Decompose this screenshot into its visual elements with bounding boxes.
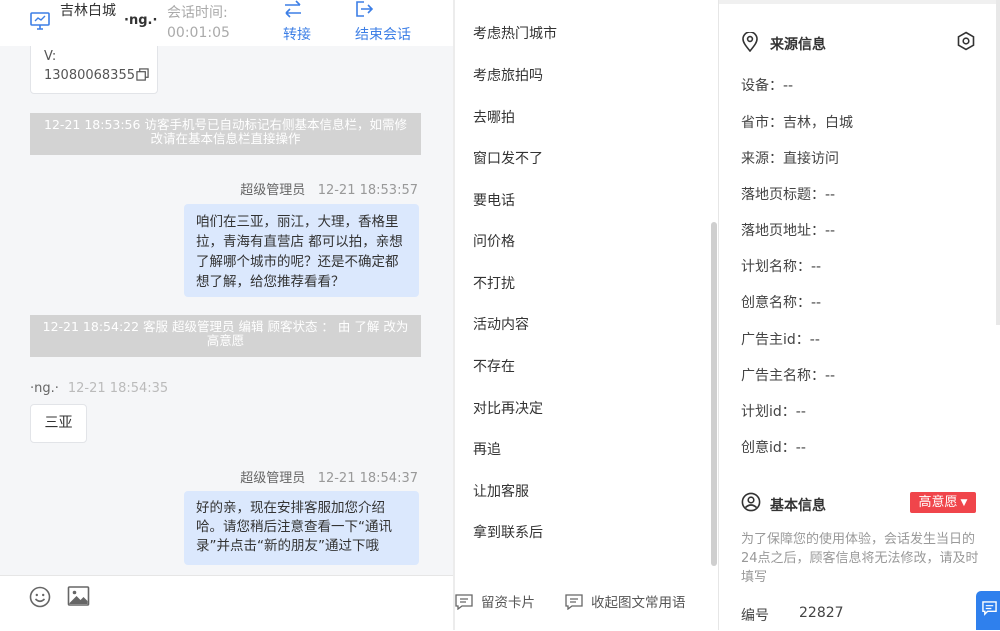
message-meta: ·ng.· 12-21 18:54:35 (30, 381, 168, 396)
location-pin-icon (742, 32, 758, 52)
quick-reply-item[interactable]: 不存在 (473, 356, 515, 376)
source-field-creative-id: 创意id：-- (741, 440, 806, 456)
visitor-message-bubble: 三亚 (30, 404, 87, 443)
source-field-creative-name: 创意名称：-- (741, 295, 822, 311)
emoji-icon[interactable] (29, 586, 51, 608)
intent-status-dropdown[interactable]: 高意愿 ▼ (910, 492, 976, 513)
message-time: 12-21 18:54:35 (67, 381, 169, 396)
message-list[interactable]: V: 13080068355 12-21 18:53:56 访客手机号已自动标记… (0, 46, 453, 574)
quick-reply-item[interactable]: 考虑热门城市 (473, 23, 557, 43)
customer-id-label: 编号 (741, 608, 769, 624)
customer-id-value: 22827 (799, 605, 844, 621)
message-card-icon (455, 594, 473, 611)
source-field-source: 来源：直接访问 (741, 151, 839, 167)
quick-reply-item[interactable]: 去哪拍 (473, 107, 515, 127)
source-info-title: 来源信息 (770, 37, 826, 53)
logout-icon (356, 1, 374, 17)
floating-chat-button[interactable] (976, 591, 1000, 630)
agent-message-bubble: 咱们在三亚，丽江，大理，香格里拉，青海有直营店 都可以拍，亲想了解哪个城市的呢？… (184, 204, 419, 297)
visitor-nickname: ·ng.· (124, 13, 158, 28)
quick-reply-item[interactable]: 活动内容 (473, 314, 529, 334)
sender-name: 超级管理员 (240, 471, 306, 486)
message-card-icon (565, 594, 583, 611)
session-time-label: 会话时间: (167, 5, 228, 21)
user-circle-icon (741, 492, 761, 512)
quick-reply-item[interactable]: 要电话 (473, 190, 515, 210)
quick-reply-item[interactable]: 不打扰 (473, 273, 515, 293)
basic-info-note: 为了保障您的使用体验，会话发生当日的24点之后，顾客信息将无法修改，请及时填写 (741, 532, 979, 585)
visitor-info-panel: 来源信息 设备：-- 省市：吉林，白城 来源：直接访问 落地页标题：-- 落地页… (719, 0, 1000, 630)
source-field-device: 设备：-- (741, 78, 794, 94)
chat-header: 吉林白城 ·ng.· 会话时间: 00:01:05 转接 结束会话 (0, 0, 453, 46)
quick-reply-item[interactable]: 问价格 (473, 231, 515, 251)
quick-reply-item[interactable]: 窗口发不了 (473, 148, 543, 168)
system-notice: 12-21 18:54:22 客服 超级管理员 编辑 顾客状态 ： 由 了解 改… (30, 315, 421, 357)
source-field-landing-url: 落地页地址：-- (741, 223, 836, 239)
sender-name: 超级管理员 (240, 183, 306, 198)
phone-number: 13080068355 (44, 68, 135, 83)
transfer-icon (285, 0, 301, 18)
info-panel-scrollbar[interactable] (996, 0, 1000, 325)
caret-down-icon: ▼ (960, 498, 968, 508)
visitor-location: 吉林白城 (60, 3, 116, 19)
quick-reply-item[interactable]: 对比再决定 (473, 398, 543, 418)
quick-replies-scrollbar[interactable] (711, 222, 717, 566)
phone-card: V: 13080068355 (30, 46, 158, 94)
sender-name: ·ng.· (30, 381, 59, 396)
chat-input-toolbar (0, 575, 453, 631)
end-session-label: 结束会话 (355, 27, 411, 43)
agent-message-bubble: 好的亲，现在安排客服加您介绍哈。请您稍后注意查看一下“通讯录”并点击“新的朋友”… (184, 491, 419, 565)
transfer-label: 转接 (283, 27, 311, 43)
source-field-advertiser-name: 广告主名称：-- (741, 368, 836, 384)
chat-bubble-icon (982, 601, 997, 616)
quick-reply-item[interactable]: 让加客服 (473, 481, 529, 501)
transfer-button[interactable]: 转接 (283, 0, 323, 46)
system-notice: 12-21 18:53:56 访客手机号已自动标记右侧基本信息栏，如需修改请在基… (30, 113, 421, 155)
quick-replies-footer: 留资卡片 收起图文常用语 (455, 575, 718, 630)
phone-card-prefix: V: (44, 49, 57, 64)
intent-status-label: 高意愿 (918, 495, 958, 510)
basic-info-title: 基本信息 (770, 498, 826, 514)
message-meta: 超级管理员 12-21 18:53:57 (240, 179, 418, 198)
collapse-phrases-button[interactable]: 收起图文常用语 (565, 591, 686, 611)
quick-reply-item[interactable]: 再追 (473, 439, 501, 459)
source-field-region: 省市：吉林，白城 (741, 115, 853, 131)
image-icon[interactable] (67, 586, 90, 606)
source-field-landing-title: 落地页标题：-- (741, 187, 836, 203)
collapse-phrases-label: 收起图文常用语 (591, 595, 686, 611)
source-field-plan-id: 计划id：-- (741, 404, 806, 420)
lead-card-button[interactable]: 留资卡片 (455, 591, 535, 611)
end-session-button[interactable]: 结束会话 (355, 0, 425, 46)
info-panel-top-border (719, 0, 1000, 4)
session-time-value: 00:01:05 (167, 25, 230, 41)
quick-replies-panel: 考虑热门城市 考虑旅拍吗 去哪拍 窗口发不了 要电话 问价格 不打扰 活动内容 … (455, 0, 718, 630)
message-meta: 超级管理员 12-21 18:54:37 (240, 467, 418, 486)
lead-card-label: 留资卡片 (481, 595, 535, 611)
quick-reply-item[interactable]: 考虑旅拍吗 (473, 65, 543, 85)
monitor-icon (30, 12, 50, 30)
settings-icon[interactable] (956, 31, 976, 51)
source-field-advertiser-id: 广告主id：-- (741, 332, 820, 348)
copy-icon[interactable] (136, 68, 149, 81)
quick-reply-item[interactable]: 拿到联系后 (473, 522, 543, 542)
source-field-plan-name: 计划名称：-- (741, 259, 822, 275)
message-time: 12-21 18:54:37 (317, 471, 418, 486)
message-time: 12-21 18:53:57 (317, 183, 418, 198)
